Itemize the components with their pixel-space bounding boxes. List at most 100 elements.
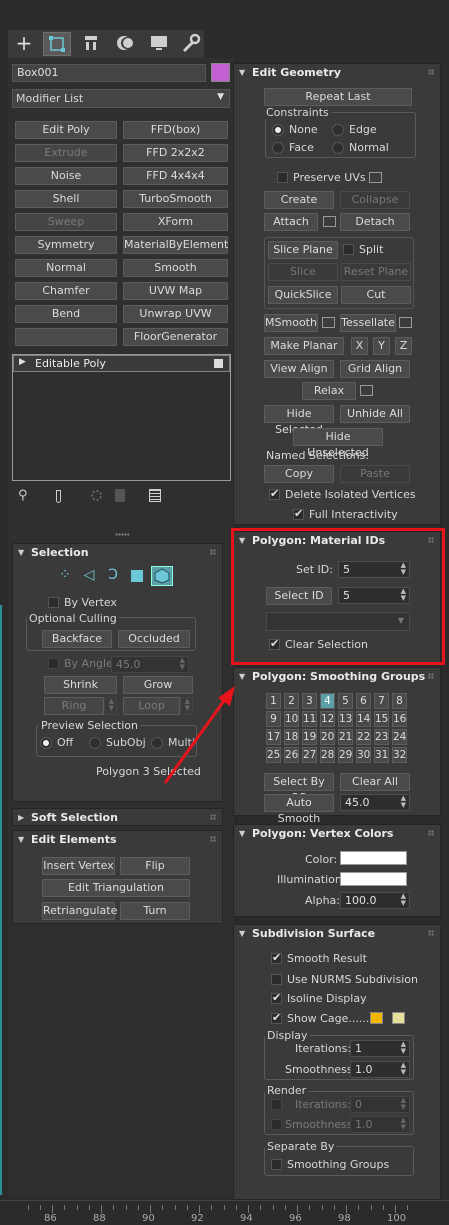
modifier-button[interactable]	[15, 328, 117, 346]
view-align-button[interactable]: View Align	[264, 360, 334, 378]
split-checkbox[interactable]	[343, 244, 354, 255]
cage-selected-color-swatch[interactable]	[392, 1012, 405, 1024]
vertex-colors-header[interactable]: ▼ Polygon: Vertex Colors	[234, 825, 440, 843]
delete-isolated-checkbox[interactable]	[269, 487, 280, 500]
constraint-edge-radio[interactable]	[332, 124, 344, 136]
by-vertex-checkbox[interactable]	[48, 597, 59, 608]
flip-button[interactable]: Flip	[120, 857, 190, 875]
smoothing-group-button[interactable]: 17	[266, 729, 281, 745]
soft-selection-header[interactable]: ▶ Soft Selection	[13, 809, 222, 827]
alpha-spinner[interactable]: 100.0 ▲ ▼	[340, 892, 410, 909]
pin-stack-icon[interactable]: ⚲	[18, 488, 28, 503]
preview-off-radio[interactable]	[40, 737, 52, 749]
modifier-button[interactable]: FFD(box)	[123, 121, 228, 139]
smoothing-group-button[interactable]: 5	[338, 693, 353, 709]
copy-button[interactable]: Copy	[264, 465, 334, 483]
smoothing-group-button[interactable]: 3	[302, 693, 317, 709]
insert-vertex-button[interactable]: Insert Vertex	[42, 857, 115, 875]
make-planar-button[interactable]: Make Planar	[264, 337, 344, 355]
hierarchy-icon[interactable]	[78, 32, 106, 56]
smoothing-group-button[interactable]: 11	[302, 711, 317, 727]
constraint-normal-radio[interactable]	[332, 142, 344, 154]
modifier-button[interactable]: FFD 2x2x2	[123, 144, 228, 162]
backface-button[interactable]: Backface	[42, 630, 112, 648]
isoline-display-checkbox[interactable]	[271, 991, 282, 1004]
smoothness-spinner[interactable]: 1.0 ▲ ▼	[350, 1061, 410, 1078]
render-smoothness-checkbox[interactable]	[271, 1119, 282, 1130]
smooth-result-checkbox[interactable]	[271, 951, 282, 964]
smoothing-group-button[interactable]: 31	[374, 747, 389, 763]
smoothing-group-button[interactable]: 14	[356, 711, 371, 727]
smoothing-group-button[interactable]: 19	[302, 729, 317, 745]
modifier-button[interactable]: Edit Poly	[15, 121, 117, 139]
tessellate-button[interactable]: Tessellate	[340, 314, 396, 332]
constraint-face-radio[interactable]	[272, 142, 284, 154]
vertex-color-swatch[interactable]	[340, 851, 407, 865]
smoothing-group-button[interactable]: 2	[284, 693, 299, 709]
modifier-button[interactable]: Bend	[15, 305, 117, 323]
modifier-stack[interactable]: ▶ Editable Poly	[12, 354, 231, 481]
show-end-result-icon[interactable]	[56, 490, 61, 503]
preview-subobj-radio[interactable]	[89, 737, 101, 749]
smoothing-group-button[interactable]: 26	[284, 747, 299, 763]
create-button[interactable]: Create	[264, 191, 334, 209]
msmooth-button[interactable]: MSmooth	[264, 314, 318, 332]
modifier-button[interactable]: FFD 4x4x4	[123, 167, 228, 185]
edit-triangulation-button[interactable]: Edit Triangulation	[42, 879, 190, 897]
selection-header[interactable]: ▼ Selection	[13, 544, 222, 562]
planar-z-button[interactable]: Z	[395, 337, 412, 355]
modifier-button[interactable]: Shell	[15, 190, 117, 208]
subdivision-header[interactable]: ▼ Subdivision Surface	[234, 925, 440, 943]
iterations-spinner[interactable]: 1 ▲ ▼	[350, 1040, 410, 1057]
modifier-button[interactable]: Symmetry	[15, 236, 117, 254]
modifier-button[interactable]: Noise	[15, 167, 117, 185]
edge-icon[interactable]: ◁	[79, 566, 99, 586]
smoothing-group-button[interactable]: 8	[392, 693, 407, 709]
preserve-uvs-checkbox[interactable]	[277, 172, 288, 183]
hide-unselected-button[interactable]: Hide Unselected	[293, 428, 383, 459]
object-color-swatch[interactable]	[211, 63, 230, 82]
clear-all-button[interactable]: Clear All	[340, 773, 410, 791]
retriangulate-button[interactable]: Retriangulate	[42, 902, 117, 920]
smoothing-group-button[interactable]: 4	[320, 693, 335, 709]
smoothing-group-button[interactable]: 9	[266, 711, 281, 727]
utilities-icon[interactable]	[178, 32, 204, 56]
hide-selected-button[interactable]: Hide Selected	[264, 405, 334, 436]
modifier-button[interactable]: XForm	[123, 213, 228, 231]
display-icon[interactable]	[146, 32, 174, 56]
occluded-button[interactable]: Occluded	[118, 630, 190, 648]
smoothing-group-button[interactable]: 10	[284, 711, 299, 727]
attach-settings-icon[interactable]	[323, 216, 336, 227]
smoothing-group-button[interactable]: 15	[374, 711, 389, 727]
tessellate-settings-icon[interactable]	[399, 317, 412, 328]
modifier-button[interactable]: FloorGenerator	[123, 328, 228, 346]
smoothing-group-button[interactable]: 1	[266, 693, 281, 709]
relax-button[interactable]: Relax	[302, 382, 356, 400]
modifier-button[interactable]: MaterialByElement	[123, 236, 228, 254]
polygon-icon[interactable]	[131, 570, 143, 582]
planar-y-button[interactable]: Y	[373, 337, 390, 355]
cut-button[interactable]: Cut	[341, 286, 411, 304]
vertex-icon[interactable]: ⁘	[55, 566, 75, 586]
modifier-button[interactable]: UVW Map	[123, 282, 228, 300]
smoothing-group-button[interactable]: 30	[356, 747, 371, 763]
illumination-swatch[interactable]	[340, 872, 407, 886]
smoothing-group-button[interactable]: 13	[338, 711, 353, 727]
smoothing-group-button[interactable]: 28	[320, 747, 335, 763]
modify-icon[interactable]	[43, 32, 71, 56]
smoothing-group-button[interactable]: 23	[374, 729, 389, 745]
configure-sets-icon[interactable]	[149, 489, 161, 502]
smoothing-group-button[interactable]: 18	[284, 729, 299, 745]
full-interactivity-checkbox[interactable]	[293, 507, 304, 520]
slice-plane-button[interactable]: Slice Plane	[268, 241, 338, 259]
modifier-button[interactable]: TurboSmooth	[123, 190, 228, 208]
smoothing-group-button[interactable]: 25	[266, 747, 281, 763]
smoothing-group-button[interactable]: 7	[374, 693, 389, 709]
modifier-list-dropdown[interactable]: Modifier List ▼	[12, 89, 230, 108]
separate-smoothing-groups-checkbox[interactable]	[271, 1159, 282, 1170]
planar-x-button[interactable]: X	[351, 337, 368, 355]
smoothing-group-button[interactable]: 22	[356, 729, 371, 745]
turn-button[interactable]: Turn	[120, 902, 190, 920]
attach-button[interactable]: Attach	[264, 213, 318, 231]
smoothing-groups-header[interactable]: ▼ Polygon: Smoothing Groups	[234, 668, 440, 686]
